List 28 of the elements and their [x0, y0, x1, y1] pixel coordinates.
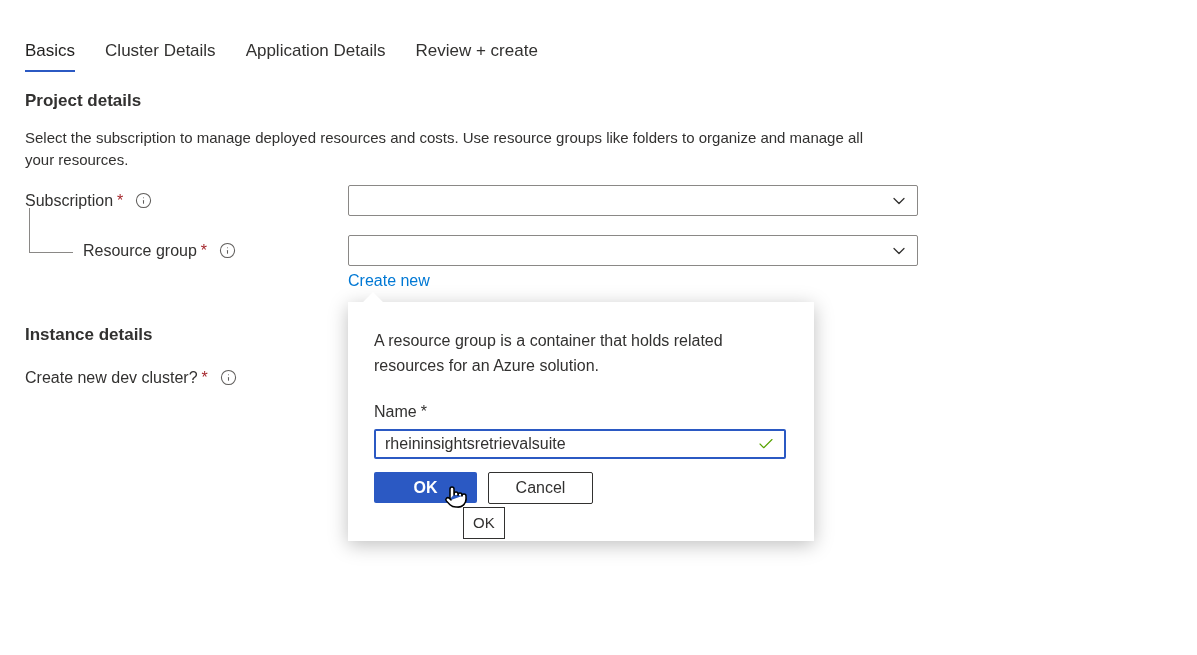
info-icon[interactable]	[219, 242, 237, 259]
popup-description: A resource group is a container that holds related resources for an Azure solution.	[374, 331, 724, 376]
required-asterisk: *	[200, 240, 208, 261]
tab[interactable]: Basics	[25, 38, 76, 72]
name-label: Name	[374, 402, 417, 422]
section-description: Select the subscription to manage deployed resources and costs. Use resource groups like folders to organize and manage all your resources.	[25, 128, 864, 170]
required-asterisk: *	[201, 367, 208, 388]
field-label: Create new dev cluster?	[25, 367, 198, 388]
field-label: Resource group	[83, 240, 197, 261]
tab[interactable]: Cluster Details	[105, 38, 216, 72]
section-heading: Instance details	[25, 324, 154, 346]
tab[interactable]: Application Details	[245, 38, 386, 72]
required-asterisk: *	[117, 190, 124, 211]
tab[interactable]: Review + create	[415, 38, 538, 72]
ok-button[interactable]: OK	[374, 472, 477, 503]
hand-cursor-icon	[444, 484, 468, 510]
info-icon[interactable]	[135, 192, 153, 209]
tooltip: OK	[463, 507, 505, 539]
dropdown[interactable]	[348, 235, 918, 266]
info-icon[interactable]	[219, 369, 237, 386]
section-heading: Project details	[25, 89, 143, 112]
name-input[interactable]: rheininsightsretrievalsuite	[374, 429, 786, 459]
create-new-link[interactable]: Create new	[348, 269, 430, 293]
cancel-button[interactable]: Cancel	[488, 472, 593, 504]
dropdown[interactable]	[348, 185, 918, 216]
field-label: Subscription	[25, 190, 114, 211]
required-asterisk: *	[420, 402, 427, 422]
tree-connector-line	[29, 207, 73, 253]
